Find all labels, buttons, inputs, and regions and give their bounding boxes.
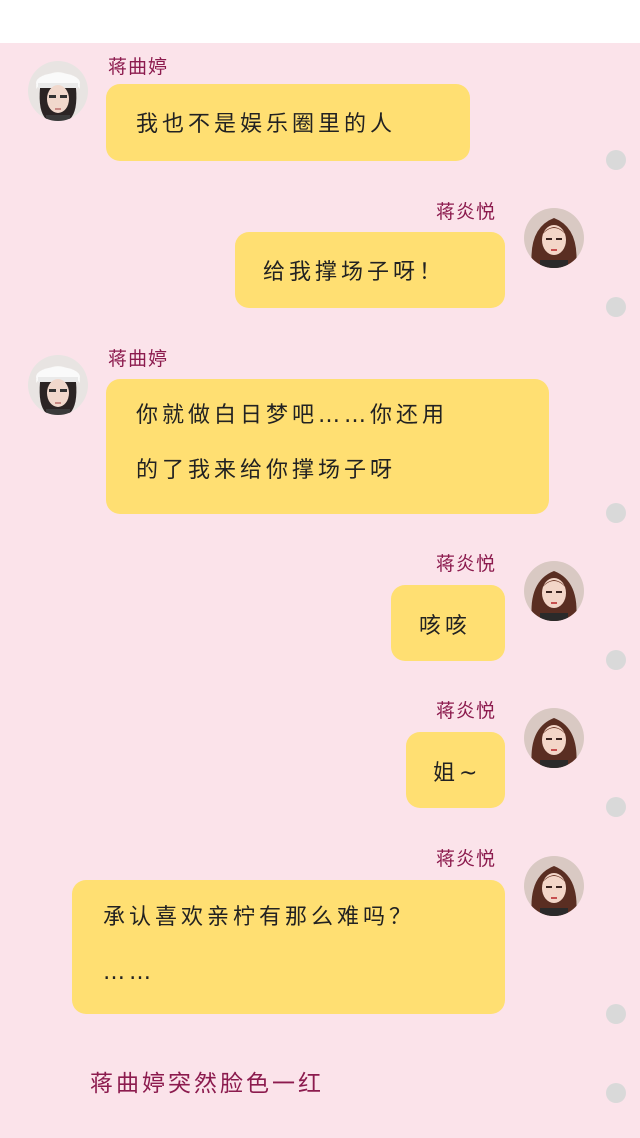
message-bubble: 我也不是娱乐圈里的人	[106, 84, 470, 161]
scroll-dot	[606, 150, 626, 170]
scroll-dot	[606, 1004, 626, 1024]
message-text: 我也不是娱乐圈里的人	[136, 112, 397, 137]
message-bubble: 承认喜欢亲柠有那么难吗？ ……	[72, 880, 505, 1014]
scroll-dot	[606, 1083, 626, 1103]
avatar-woman-long-hair-icon[interactable]	[524, 856, 584, 916]
sender-name: 蒋炎悦	[436, 848, 497, 870]
avatar-woman-white-cap-icon[interactable]	[28, 355, 88, 415]
scroll-dot	[606, 297, 626, 317]
message-bubble: 咳咳	[391, 585, 505, 661]
message-text: ……	[103, 960, 155, 985]
message-text: 你就做白日梦吧……你还用	[136, 403, 449, 428]
scroll-dot	[606, 797, 626, 817]
avatar-woman-long-hair-icon[interactable]	[524, 208, 584, 268]
avatar-woman-long-hair-icon[interactable]	[524, 708, 584, 768]
message-bubble: 你就做白日梦吧……你还用 的了我来给你撑场子呀	[106, 379, 549, 514]
message-text: 咳咳	[419, 614, 472, 639]
sender-name: 蒋曲婷	[108, 56, 169, 78]
message-text: 的了我来给你撑场子呀	[136, 458, 397, 483]
sender-name: 蒋曲婷	[108, 348, 169, 370]
narration-text: 蒋曲婷突然脸色一红	[90, 1071, 324, 1097]
message-text: 给我撑场子呀！	[263, 260, 446, 285]
scroll-dot	[606, 650, 626, 670]
sender-name: 蒋炎悦	[436, 553, 497, 575]
scroll-dot	[606, 503, 626, 523]
message-bubble: 姐~	[406, 732, 505, 808]
message-text: 姐~	[433, 761, 482, 786]
message-text: 承认喜欢亲柠有那么难吗？	[103, 905, 416, 930]
sender-name: 蒋炎悦	[436, 700, 497, 722]
sender-name: 蒋炎悦	[436, 201, 497, 223]
message-bubble: 给我撑场子呀！	[235, 232, 505, 308]
avatar-woman-white-cap-icon[interactable]	[28, 61, 88, 121]
avatar-woman-long-hair-icon[interactable]	[524, 561, 584, 621]
